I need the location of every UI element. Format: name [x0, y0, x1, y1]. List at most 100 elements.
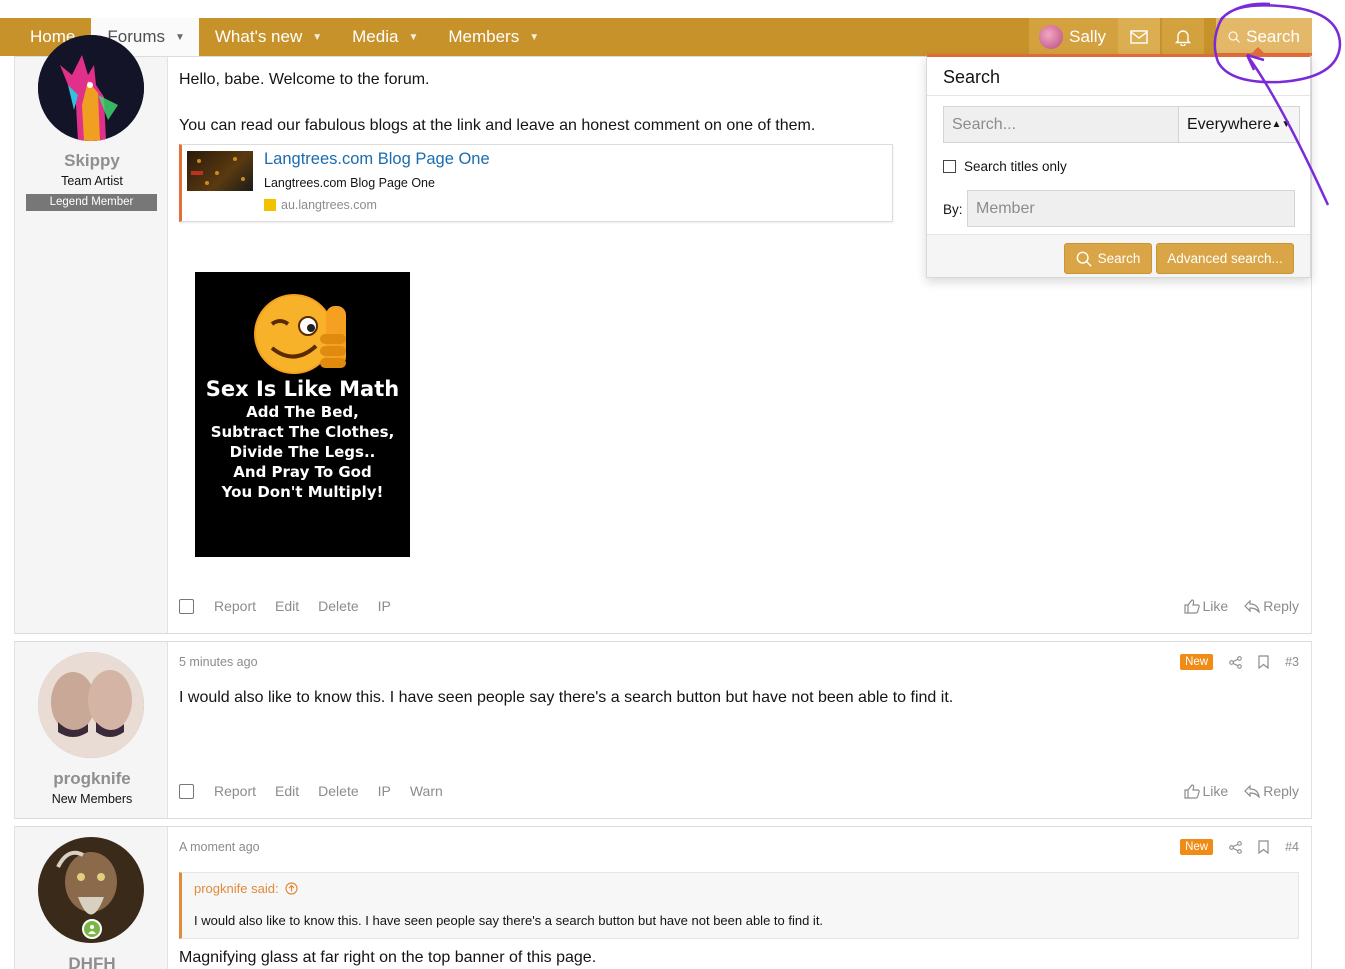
nav-members-label: Members	[448, 27, 520, 46]
user-banner: Legend Member	[26, 194, 157, 211]
message-user-cell: progknife New Members	[14, 642, 168, 818]
online-status-icon	[82, 919, 102, 939]
new-badge: New	[1180, 839, 1214, 855]
thumbs-up-icon	[1183, 598, 1200, 614]
search-icon	[1076, 251, 1092, 267]
post-dhfh: DHFH A moment ago New #4 progknife said:…	[14, 826, 1312, 969]
arrow-up-circle-icon[interactable]	[284, 882, 298, 895]
quote-text: I would also like to know this. I have s…	[194, 913, 824, 928]
kangaroo-art-image	[38, 35, 144, 141]
account-button[interactable]: Sally	[1029, 18, 1118, 56]
meme-caption-body: Add The Bed, Subtract The Clothes, Divid…	[195, 402, 410, 502]
warn-link[interactable]: Warn	[410, 783, 443, 799]
link-preview[interactable]: Langtrees.com Blog Page One Langtrees.co…	[179, 144, 893, 222]
nav-tab-media[interactable]: Media ▼	[336, 18, 432, 56]
reply-button[interactable]: Reply	[1244, 783, 1299, 799]
envelope-icon	[1130, 30, 1148, 44]
message-text: I would also like to know this. I have s…	[179, 689, 954, 706]
search-submit-label: Search	[1097, 251, 1141, 266]
post-number[interactable]: #3	[1285, 655, 1299, 669]
ip-link[interactable]: IP	[378, 598, 391, 614]
user-title: Team Artist	[61, 174, 123, 188]
avatar[interactable]	[38, 652, 144, 758]
like-button[interactable]: Like	[1183, 598, 1228, 614]
bookmark-icon[interactable]	[1258, 840, 1269, 854]
like-label: Like	[1202, 783, 1229, 799]
reply-icon	[1244, 784, 1260, 798]
delete-link[interactable]: Delete	[318, 598, 358, 614]
search-scope-select[interactable]: Everywhere ▲▼	[1179, 106, 1301, 143]
username[interactable]: Skippy	[15, 151, 169, 171]
select-post-checkbox[interactable]	[179, 783, 194, 799]
meme-line: Divide The Legs..	[229, 443, 376, 461]
edit-link[interactable]: Edit	[275, 783, 299, 799]
meme-line: Subtract The Clothes,	[210, 423, 395, 441]
scope-value: Everywhere	[1187, 115, 1272, 133]
attribution-opposite: New #4	[1180, 839, 1299, 855]
username[interactable]: DHFH	[15, 954, 169, 969]
message-attribution: A moment ago New #4	[179, 838, 1299, 856]
delete-link[interactable]: Delete	[318, 783, 358, 799]
like-button[interactable]: Like	[1183, 783, 1229, 799]
reply-label: Reply	[1263, 598, 1299, 614]
inbox-button[interactable]	[1118, 18, 1160, 56]
chevron-down-icon[interactable]: ▼	[175, 32, 185, 43]
search-dropdown: Search Search... Everywhere ▲▼ Search tit…	[926, 47, 1311, 278]
search-icon	[1228, 31, 1240, 43]
quote-header[interactable]: progknife said:	[194, 881, 298, 896]
post-timestamp[interactable]: 5 minutes ago	[179, 655, 258, 669]
search-input[interactable]: Search...	[943, 106, 1179, 143]
ip-link[interactable]: IP	[378, 783, 391, 799]
chevron-down-icon[interactable]: ▼	[312, 32, 322, 43]
share-icon[interactable]	[1229, 655, 1242, 669]
report-link[interactable]: Report	[214, 598, 256, 614]
quote-author[interactable]: progknife said:	[194, 881, 279, 896]
alerts-button[interactable]	[1162, 18, 1204, 56]
account-username: Sally	[1069, 27, 1106, 46]
post-actions: Report Edit Delete IP Warn Like Reply	[179, 781, 1299, 801]
member-input[interactable]: Member	[967, 190, 1295, 227]
post-timestamp[interactable]: A moment ago	[179, 840, 260, 854]
nav-tab-whats-new[interactable]: What's new ▼	[199, 18, 336, 56]
reply-icon	[1244, 599, 1260, 613]
post-number[interactable]: #4	[1285, 840, 1299, 854]
share-icon[interactable]	[1229, 840, 1242, 854]
attribution-opposite: New #3	[1180, 654, 1299, 670]
by-label: By:	[943, 202, 963, 217]
chevron-down-icon[interactable]: ▼	[529, 32, 539, 43]
link-thumbnail	[187, 151, 253, 191]
meme-line: Add The Bed,	[246, 403, 359, 421]
message-attribution: 5 minutes ago New #3	[179, 653, 1299, 671]
thumbs-up-icon	[1183, 783, 1200, 799]
username[interactable]: progknife	[15, 769, 169, 789]
search-menu-title: Search	[927, 57, 1310, 96]
edit-link[interactable]: Edit	[275, 598, 299, 614]
select-post-checkbox[interactable]	[179, 598, 194, 614]
avatar[interactable]	[38, 35, 144, 141]
chevron-down-icon[interactable]: ▼	[408, 32, 418, 43]
nav-tab-members[interactable]: Members ▼	[432, 18, 553, 56]
nav-media-label: Media	[352, 27, 399, 46]
search-submit-button[interactable]: Search	[1064, 243, 1152, 274]
bell-icon	[1175, 30, 1191, 46]
report-link[interactable]: Report	[214, 783, 256, 799]
winking-smiley-thumbs-up-image	[254, 294, 346, 374]
titles-only-checkbox[interactable]	[943, 160, 956, 173]
message-user-cell: DHFH	[14, 827, 168, 969]
updown-arrow-icon: ▲▼	[1271, 119, 1292, 130]
advanced-search-button[interactable]: Advanced search...	[1156, 243, 1294, 274]
post-actions: Report Edit Delete IP Like Reply	[179, 596, 1299, 616]
reply-label: Reply	[1263, 783, 1299, 799]
reply-button[interactable]: Reply	[1244, 598, 1299, 614]
titles-only-option[interactable]: Search titles only	[943, 159, 1067, 174]
nav-search-label: Search	[1246, 27, 1300, 46]
bookmark-icon[interactable]	[1258, 655, 1269, 669]
advanced-search-label: Advanced search...	[1167, 251, 1283, 266]
attached-meme-image[interactable]: Sex Is Like Math Add The Bed, Subtract T…	[195, 272, 410, 557]
link-preview-domain: au.langtrees.com	[264, 198, 377, 212]
user-title: New Members	[51, 792, 133, 806]
message-user-cell: Skippy Team Artist Legend Member	[14, 35, 169, 633]
domain-text: au.langtrees.com	[281, 198, 377, 212]
link-preview-title[interactable]: Langtrees.com Blog Page One	[264, 150, 490, 169]
menu-arrow	[1251, 47, 1265, 54]
